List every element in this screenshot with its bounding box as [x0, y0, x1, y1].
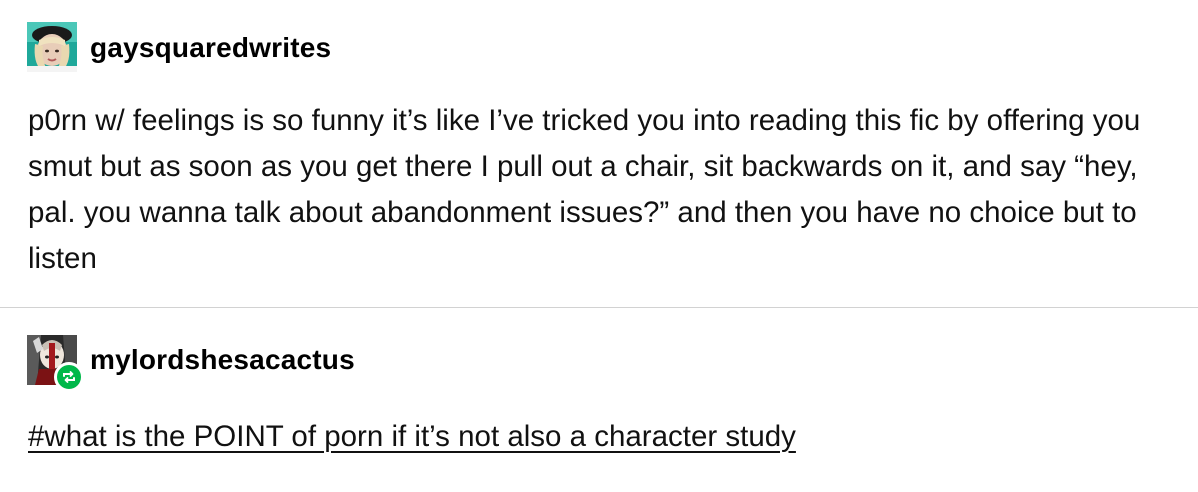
post-body-text: p0rn w/ feelings is so funny it’s like I…	[28, 104, 1141, 275]
avatar[interactable]	[27, 335, 84, 392]
avatar-image-icon	[27, 22, 77, 72]
reblog-icon	[63, 371, 75, 383]
post-header: mylordshesacactus	[27, 335, 355, 392]
post-header: gaysquaredwrites	[27, 22, 331, 72]
avatar[interactable]	[27, 22, 77, 72]
username[interactable]: gaysquaredwrites	[90, 32, 331, 64]
post-original: gaysquaredwrites p0rn w/ feelings is so …	[0, 0, 1198, 307]
username[interactable]: mylordshesacactus	[90, 344, 355, 376]
reblog-badge	[54, 362, 84, 392]
tag-link[interactable]: #what is the POINT of porn if it’s not a…	[28, 419, 796, 455]
post-reblog: mylordshesacactus #what is the POINT of …	[0, 308, 1198, 492]
